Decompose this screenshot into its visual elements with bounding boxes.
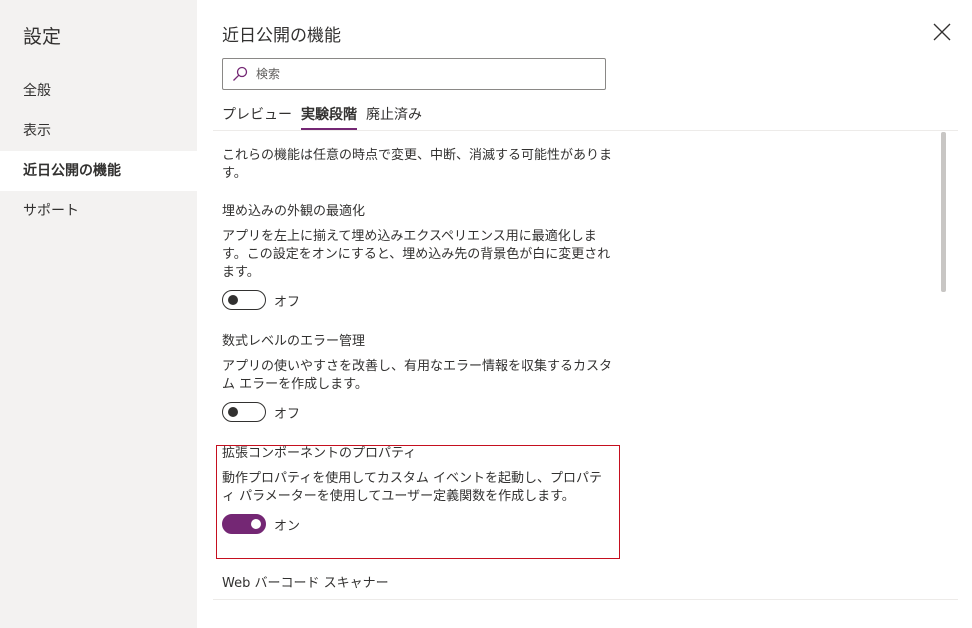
- toggle-label: オフ: [274, 406, 301, 422]
- close-button[interactable]: [932, 22, 952, 42]
- intro-text: これらの機能は任意の時点で変更、中断、消滅する可能性があります。: [222, 148, 613, 181]
- feature-formula-error-management: 数式レベルのエラー管理 アプリの使いやすさを改善し、有用なエラー情報を収集するカ…: [222, 333, 612, 422]
- search-input[interactable]: [256, 67, 586, 81]
- settings-sidebar: 設定 全般 表示 近日公開の機能 サポート: [0, 0, 197, 628]
- toggle-knob: [228, 407, 238, 417]
- feature-enhanced-component-properties: 拡張コンポーネントのプロパティ 動作プロパティを使用してカスタム イベントを起動…: [222, 445, 612, 534]
- toggle-knob: [228, 295, 238, 305]
- tab-preview[interactable]: プレビュー: [222, 104, 292, 130]
- scrollbar-thumb[interactable]: [941, 132, 946, 292]
- bottom-divider: [213, 599, 958, 600]
- sidebar-item-general[interactable]: 全般: [0, 71, 197, 111]
- tab-experimental[interactable]: 実験段階: [301, 104, 357, 130]
- features-scroll-area: これらの機能は任意の時点で変更、中断、消滅する可能性があります。 埋め込みの外観…: [213, 131, 958, 599]
- search-box[interactable]: [222, 58, 606, 90]
- scrollbar[interactable]: [941, 132, 947, 598]
- feature-description: アプリを左上に揃えて埋め込みエクスペリエンス用に最適化します。この設定をオンにす…: [222, 229, 611, 280]
- page-title: 近日公開の機能: [222, 26, 341, 46]
- toggle-label: オン: [274, 518, 301, 534]
- search-icon: [233, 66, 248, 81]
- sidebar-item-display[interactable]: 表示: [0, 111, 197, 151]
- component-properties-toggle[interactable]: [222, 514, 266, 534]
- tab-list: プレビュー 実験段階 廃止済み: [222, 104, 431, 130]
- main-panel: 近日公開の機能 プレビュー 実験段階 廃止済み これらの機能は任意の時点で変更、…: [197, 0, 972, 628]
- sidebar-item-support[interactable]: サポート: [0, 191, 197, 231]
- feature-title: 拡張コンポーネントのプロパティ: [222, 446, 417, 461]
- feature-title: 数式レベルのエラー管理: [222, 334, 366, 349]
- feature-description: アプリの使いやすさを改善し、有用なエラー情報を収集するカスタム エラーを作成しま…: [222, 359, 613, 392]
- sidebar-item-upcoming-features[interactable]: 近日公開の機能: [0, 151, 197, 191]
- tab-retired[interactable]: 廃止済み: [366, 104, 422, 130]
- feature-title: 埋め込みの外観の最適化: [222, 204, 366, 219]
- feature-embed-optimization: 埋め込みの外観の最適化 アプリを左上に揃えて埋め込みエクスペリエンス用に最適化し…: [222, 203, 612, 310]
- embed-optimization-toggle[interactable]: [222, 290, 266, 310]
- toggle-label: オフ: [274, 294, 301, 310]
- toggle-row: オン: [222, 514, 612, 534]
- close-icon: [933, 23, 951, 41]
- sidebar-title: 設定: [23, 26, 62, 48]
- formula-error-toggle[interactable]: [222, 402, 266, 422]
- feature-description: 動作プロパティを使用してカスタム イベントを起動し、プロパティ パラメーターを使…: [222, 471, 602, 504]
- feature-web-barcode-scanner: Web バーコード スキャナー: [222, 576, 389, 591]
- toggle-knob: [251, 519, 261, 529]
- toggle-row: オフ: [222, 402, 612, 422]
- toggle-row: オフ: [222, 290, 612, 310]
